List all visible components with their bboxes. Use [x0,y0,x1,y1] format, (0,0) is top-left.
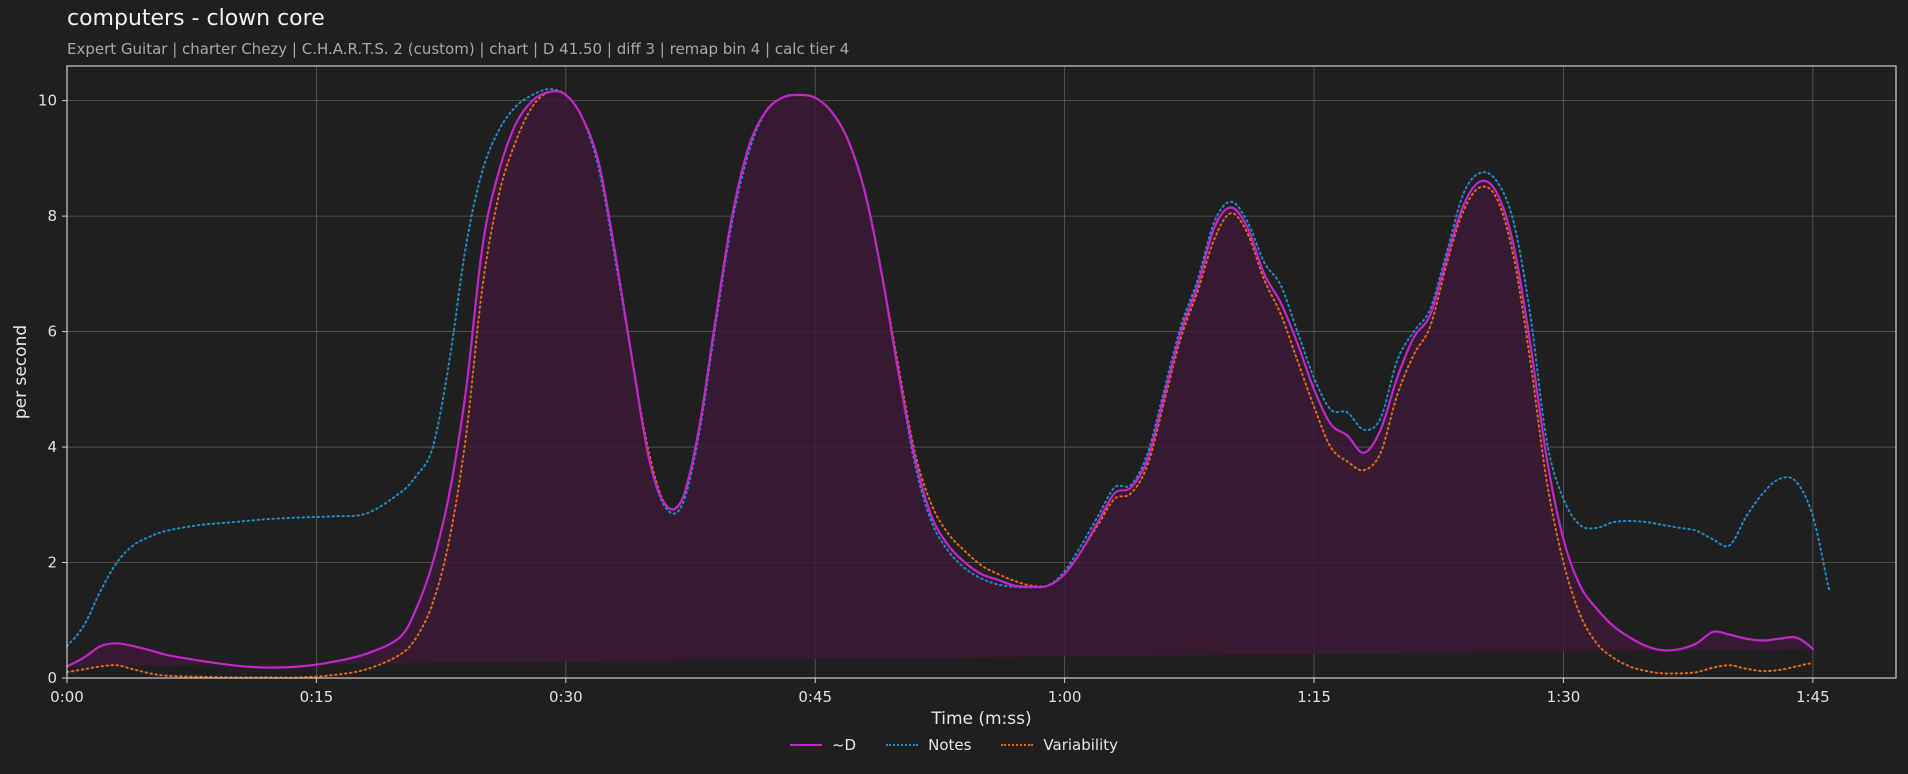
legend-swatch [886,744,919,746]
x-tick-label: 1:00 [1048,688,1082,706]
area-fill [67,91,1813,668]
legend-swatch [1001,744,1034,746]
y-tick-label: 2 [47,554,57,572]
legend-item: Variability [1001,736,1118,754]
x-tick-label: 0:45 [798,688,832,706]
y-tick-label: 4 [47,438,57,456]
legend-label: ~D [831,736,857,754]
line-chart: 0:00 0:15 0:30 0:45 1:00 1:15 1:30 1:450246810 … [11,65,1897,729]
chart-legend: ~D Notes Variability [0,736,1908,754]
y-tick-label: 8 [47,207,57,225]
y-axis-label: per second [11,325,31,419]
legend-item: Notes [886,736,971,754]
legend-label: Variability [1043,736,1119,754]
x-tick-label: 1:15 [1297,688,1331,706]
x-axis-label: Time (m:ss) [930,709,1031,729]
y-tick-label: 6 [47,323,57,341]
y-tick-label: 10 [38,92,57,110]
x-tick-label: 0:00 [50,688,84,706]
x-tick-label: 1:30 [1547,688,1581,706]
x-tick-label: 0:15 [300,688,334,706]
legend-swatch [789,744,822,746]
legend-label: Notes [928,736,972,754]
legend-item: ~D [789,736,857,754]
series-fill-d [67,91,1813,668]
x-tick-label: 0:30 [549,688,583,706]
x-tick-label: 1:45 [1796,688,1830,706]
y-tick-label: 0 [47,669,57,687]
